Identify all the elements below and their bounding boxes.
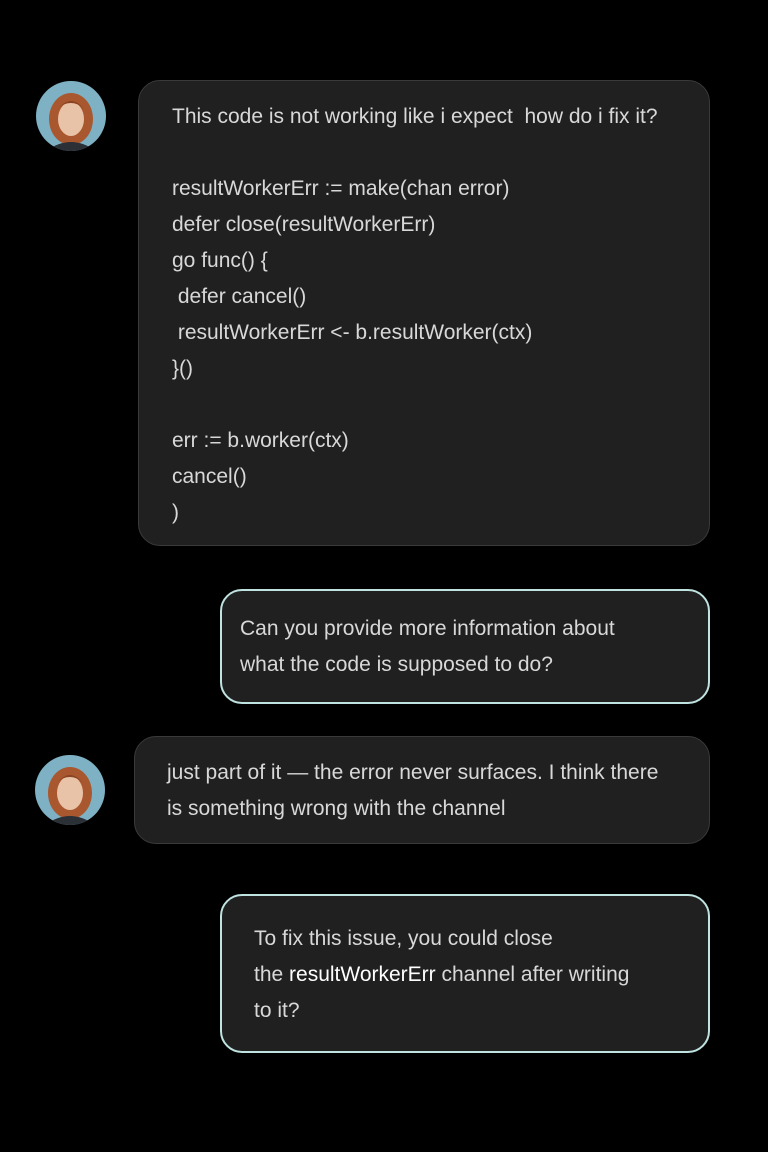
avatar-photo-icon [35,755,105,825]
message-text: Can you provide more information about [240,617,615,640]
code-line: defer cancel() [172,285,307,308]
message-text-part: the [254,963,290,986]
message-text: the resultWorkerErr channel after writin… [254,957,708,993]
assistant-message-bubble: Can you provide more information about w… [220,589,710,704]
code-line: resultWorkerErr <- b.resultWorker(ctx) [172,321,533,344]
message-text: what the code is supposed to do? [240,653,553,676]
code-line: resultWorkerErr := make(chan error) [172,177,510,200]
code-line: err := b.worker(ctx) [172,429,349,452]
message-text: to it? [254,999,300,1022]
code-line: cancel() [172,465,247,488]
code-line: }() [172,357,193,380]
user-message-bubble: This code is not working like i expect h… [138,80,710,546]
message-text: This code is not working like i expect h… [172,105,658,128]
assistant-message-bubble: To fix this issue, you could close the r… [220,894,710,1053]
message-text: is something wrong with the channel [167,797,506,820]
code-line: defer close(resultWorkerErr) [172,213,436,236]
inline-code: resultWorkerErr [289,963,436,986]
avatar-photo-icon [36,81,106,151]
code-line: ) [172,501,179,524]
user-avatar [36,81,106,151]
message-text: To fix this issue, you could close [254,927,553,950]
user-message-bubble: just part of it — the error never surfac… [134,736,710,844]
message-text-part: channel after writing [435,963,630,986]
user-avatar [35,755,105,825]
message-text: just part of it — the error never surfac… [167,761,659,784]
code-line: go func() { [172,249,268,272]
